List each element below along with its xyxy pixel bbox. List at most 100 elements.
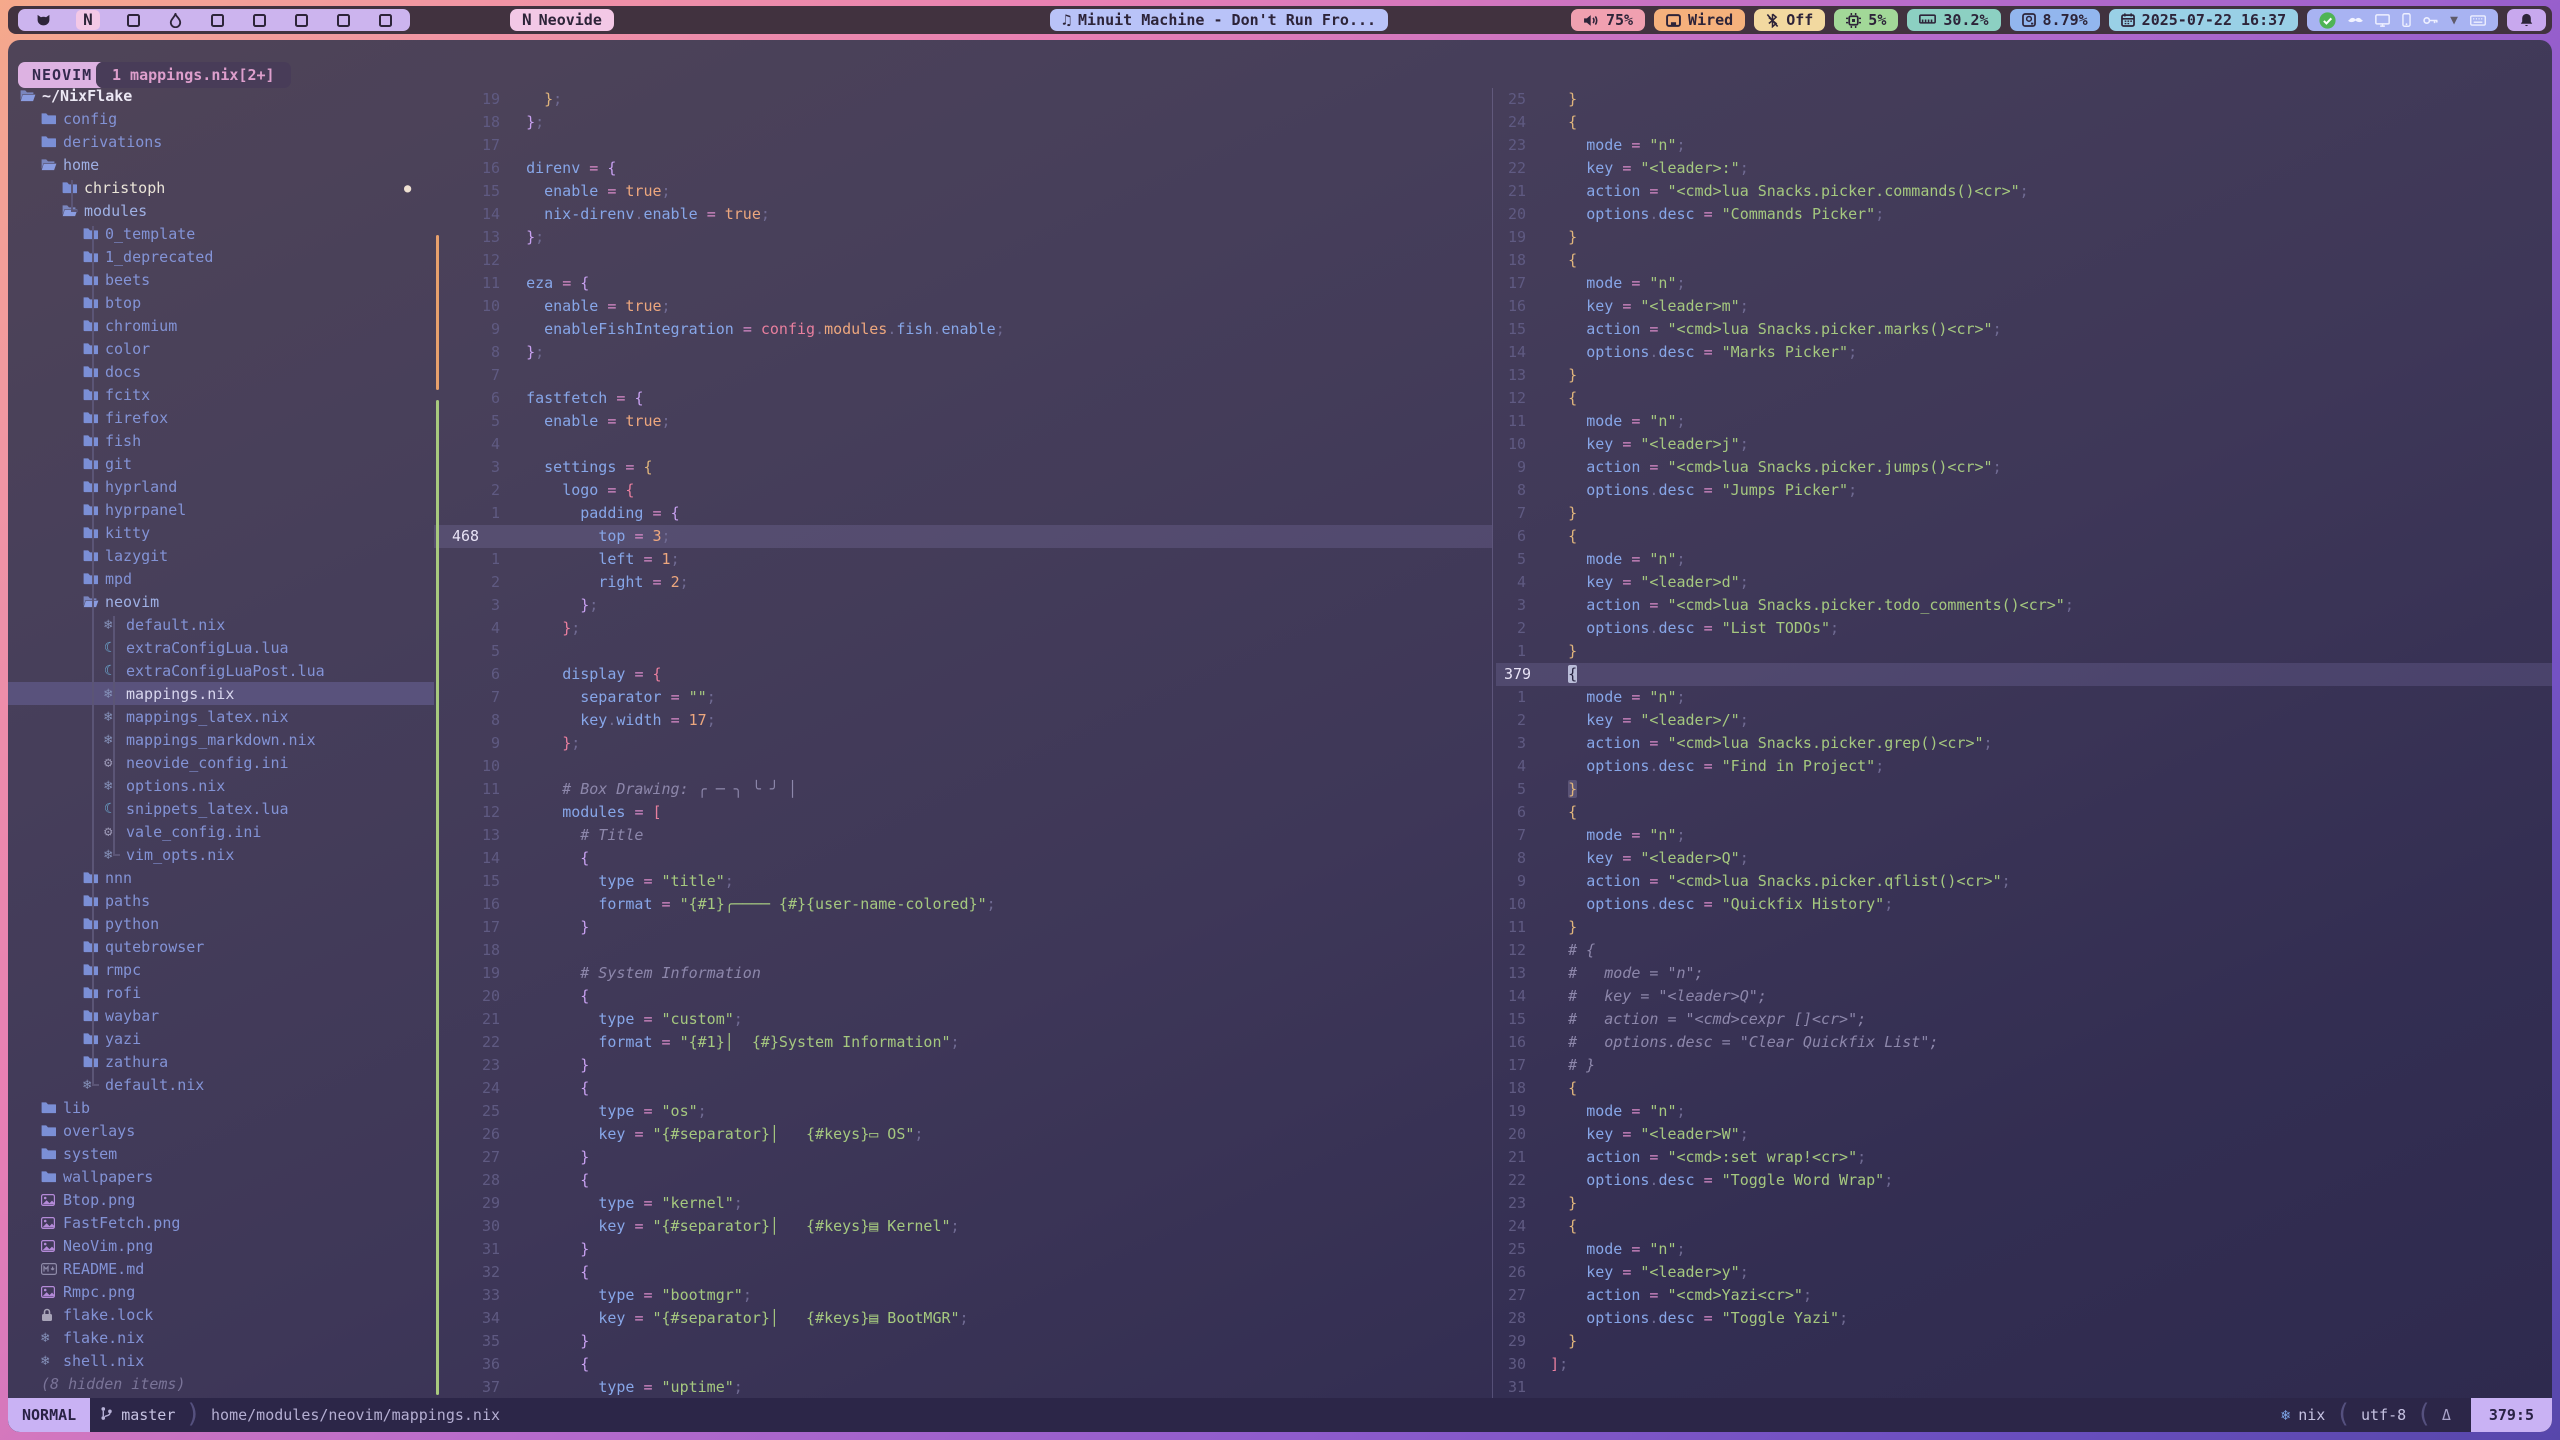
code-line[interactable]: 6 display = { bbox=[434, 663, 1492, 686]
code-line[interactable]: 1 } bbox=[1496, 640, 2552, 663]
workspaces[interactable]: N bbox=[18, 9, 410, 31]
tree-item-python[interactable]: python bbox=[8, 912, 434, 935]
notification-bell[interactable] bbox=[2507, 9, 2546, 31]
module-cpu[interactable]: 5% bbox=[1834, 9, 1898, 31]
code-line[interactable]: 3 }; bbox=[434, 594, 1492, 617]
code-line[interactable]: 27 } bbox=[434, 1146, 1492, 1169]
code-line[interactable]: 19 } bbox=[1496, 226, 2552, 249]
workspace-9-square-icon[interactable] bbox=[376, 10, 394, 30]
tree-item-neovim[interactable]: neovim bbox=[8, 590, 434, 613]
tray-keyboard-icon[interactable] bbox=[2470, 15, 2486, 26]
workspace-4-flame-icon[interactable] bbox=[166, 10, 184, 30]
tree-item-shell.nix[interactable]: ❄shell.nix bbox=[8, 1349, 434, 1372]
code-line[interactable]: 31 } bbox=[434, 1238, 1492, 1261]
code-line[interactable]: 10 bbox=[434, 755, 1492, 778]
tree-item-flake.lock[interactable]: flake.lock bbox=[8, 1303, 434, 1326]
code-line[interactable]: 5 mode = "n"; bbox=[1496, 548, 2552, 571]
tree-item-mappings_markdown.nix[interactable]: ❄mappings_markdown.nix bbox=[8, 728, 434, 751]
code-line[interactable]: 379 { bbox=[1496, 663, 2552, 686]
code-line[interactable]: 16 # options.desc = "Clear Quickfix List… bbox=[1496, 1031, 2552, 1054]
code-line[interactable]: 8 }; bbox=[434, 341, 1492, 364]
tree-item-nnn[interactable]: nnn bbox=[8, 866, 434, 889]
code-line[interactable]: 4 bbox=[434, 433, 1492, 456]
workspace-7-square-icon[interactable] bbox=[292, 10, 310, 30]
code-line[interactable]: 31 bbox=[1496, 1376, 2552, 1399]
tree-item-vale_config.ini[interactable]: ⚙vale_config.ini bbox=[8, 820, 434, 843]
tree-item-hyprpanel[interactable]: hyprpanel bbox=[8, 498, 434, 521]
module-disk[interactable]: 8.79% bbox=[2010, 9, 2100, 31]
window-separator[interactable] bbox=[1492, 88, 1493, 1398]
code-line[interactable]: 22 key = "<leader>:"; bbox=[1496, 157, 2552, 180]
tree-item-fcitx[interactable]: fcitx bbox=[8, 383, 434, 406]
code-line[interactable]: 6 { bbox=[1496, 525, 2552, 548]
code-line[interactable]: 10 key = "<leader>j"; bbox=[1496, 433, 2552, 456]
tree-item-zathura[interactable]: zathura bbox=[8, 1050, 434, 1073]
music-widget[interactable]: ♫ Minuit Machine - Don't Run Fro... bbox=[1050, 9, 1388, 31]
code-line[interactable]: 30 ]; bbox=[1496, 1353, 2552, 1376]
code-line[interactable]: 7 mode = "n"; bbox=[1496, 824, 2552, 847]
code-line[interactable]: 10 options.desc = "Quickfix History"; bbox=[1496, 893, 2552, 916]
code-line[interactable]: 9 enableFishIntegration = config.modules… bbox=[434, 318, 1492, 341]
tree-item-paths[interactable]: paths bbox=[8, 889, 434, 912]
code-line[interactable]: 16 key = "<leader>m"; bbox=[1496, 295, 2552, 318]
code-line[interactable]: 30 key = "{#separator}│ {#keys}▤ Kernel"… bbox=[434, 1215, 1492, 1238]
code-line[interactable]: 20 options.desc = "Commands Picker"; bbox=[1496, 203, 2552, 226]
code-line[interactable]: 22 options.desc = "Toggle Word Wrap"; bbox=[1496, 1169, 2552, 1192]
code-line[interactable]: 9 }; bbox=[434, 732, 1492, 755]
code-line[interactable]: 21 action = "<cmd>lua Snacks.picker.comm… bbox=[1496, 180, 2552, 203]
code-line[interactable]: 16 direnv = { bbox=[434, 157, 1492, 180]
code-line[interactable]: 15 type = "title"; bbox=[434, 870, 1492, 893]
code-line[interactable]: 4 }; bbox=[434, 617, 1492, 640]
code-line[interactable]: 34 key = "{#separator}│ {#keys}▤ BootMGR… bbox=[434, 1307, 1492, 1330]
code-line[interactable]: 23 } bbox=[1496, 1192, 2552, 1215]
code-line[interactable]: 12 # { bbox=[1496, 939, 2552, 962]
module-memory[interactable]: 30.2% bbox=[1907, 9, 2000, 31]
code-line[interactable]: 18 }; bbox=[434, 111, 1492, 134]
code-line[interactable]: 27 action = "<cmd>Yazi<cr>"; bbox=[1496, 1284, 2552, 1307]
tree-item-default.nix[interactable]: ❄default.nix bbox=[8, 1073, 434, 1096]
tree-item-beets[interactable]: beets bbox=[8, 268, 434, 291]
module-bluetooth[interactable]: Off bbox=[1754, 9, 1825, 31]
workspace-1-cat-icon[interactable] bbox=[34, 10, 52, 30]
code-line[interactable]: 8 key = "<leader>Q"; bbox=[1496, 847, 2552, 870]
code-line[interactable]: 11 } bbox=[1496, 916, 2552, 939]
tree-item-yazi[interactable]: yazi bbox=[8, 1027, 434, 1050]
code-line[interactable]: 18 bbox=[434, 939, 1492, 962]
module-volume[interactable]: 75% bbox=[1571, 9, 1645, 31]
code-line[interactable]: 19 mode = "n"; bbox=[1496, 1100, 2552, 1123]
code-line[interactable]: 20 key = "<leader>W"; bbox=[1496, 1123, 2552, 1146]
tree-item-hyprland[interactable]: hyprland bbox=[8, 475, 434, 498]
code-line[interactable]: 28 options.desc = "Toggle Yazi"; bbox=[1496, 1307, 2552, 1330]
code-line[interactable]: 13 # Title bbox=[434, 824, 1492, 847]
code-line[interactable]: 17 # } bbox=[1496, 1054, 2552, 1077]
code-line[interactable]: 17 bbox=[434, 134, 1492, 157]
tray-key-icon[interactable] bbox=[2423, 16, 2438, 25]
tree-item-chromium[interactable]: chromium bbox=[8, 314, 434, 337]
code-line[interactable]: 37 type = "uptime"; bbox=[434, 1376, 1492, 1399]
code-line[interactable]: 21 type = "custom"; bbox=[434, 1008, 1492, 1031]
tree-item-neovide_config.ini[interactable]: ⚙neovide_config.ini bbox=[8, 751, 434, 774]
tree-item-README.md[interactable]: README.md bbox=[8, 1257, 434, 1280]
code-line[interactable]: 28 { bbox=[434, 1169, 1492, 1192]
code-line[interactable]: 2 logo = { bbox=[434, 479, 1492, 502]
tree-item-config[interactable]: config bbox=[8, 107, 434, 130]
tree-item-1_deprecated[interactable]: 1_deprecated bbox=[8, 245, 434, 268]
code-line[interactable]: 20 { bbox=[434, 985, 1492, 1008]
tree-item-extraConfigLua.lua[interactable]: ☾extraConfigLua.lua bbox=[8, 636, 434, 659]
neovide-window-badge[interactable]: N Neovide bbox=[510, 9, 614, 31]
tree-item-btop[interactable]: btop bbox=[8, 291, 434, 314]
tree-item-NeoVim.png[interactable]: NeoVim.png bbox=[8, 1234, 434, 1257]
code-line[interactable]: 468 top = 3; bbox=[434, 525, 1492, 548]
code-line[interactable]: 8 key.width = 17; bbox=[434, 709, 1492, 732]
code-line[interactable]: 10 enable = true; bbox=[434, 295, 1492, 318]
tray-mustache-icon[interactable] bbox=[2348, 17, 2363, 24]
code-line[interactable]: 35 } bbox=[434, 1330, 1492, 1353]
workspace-8-square-icon[interactable] bbox=[334, 10, 352, 30]
code-line[interactable]: 5 } bbox=[1496, 778, 2552, 801]
tree-item-flake.nix[interactable]: ❄flake.nix bbox=[8, 1326, 434, 1349]
module-network[interactable]: Wired bbox=[1654, 9, 1745, 31]
code-line[interactable]: 7 } bbox=[1496, 502, 2552, 525]
code-line[interactable]: 19 }; bbox=[434, 88, 1492, 111]
code-line[interactable]: 17 } bbox=[434, 916, 1492, 939]
code-line[interactable]: 17 mode = "n"; bbox=[1496, 272, 2552, 295]
